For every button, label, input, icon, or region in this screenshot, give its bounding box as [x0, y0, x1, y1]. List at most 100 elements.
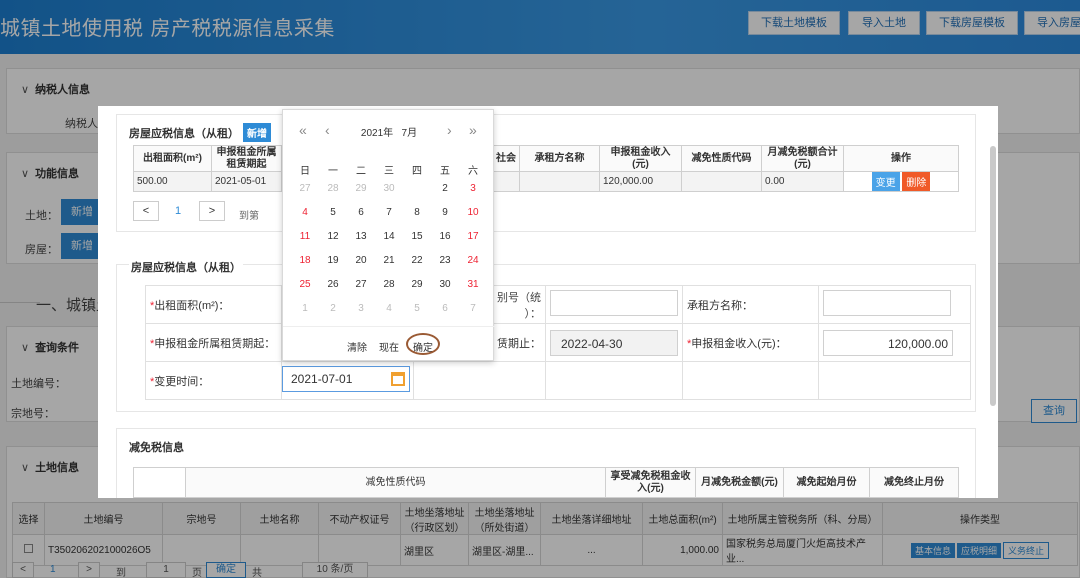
edit-button[interactable]: 变更 [871, 172, 900, 191]
table-row: 500.00 2021-05-01 120,000.00 0.00 变更 删除 [133, 171, 959, 192]
cell [519, 171, 600, 192]
cell [818, 361, 971, 400]
picker-footer: 清除 现在 确定 [283, 326, 495, 362]
page-number[interactable]: 1 [175, 205, 181, 217]
rent-label: *申报租金收入(元)： [682, 323, 819, 362]
calendar-day[interactable]: 22 [403, 250, 431, 272]
calendar-day[interactable]: 14 [375, 226, 403, 248]
calendar-day[interactable]: 12 [319, 226, 347, 248]
calendar-day[interactable]: 8 [403, 202, 431, 224]
calendar-day[interactable]: 27 [347, 274, 375, 296]
weekday-label: 三 [384, 166, 394, 177]
next-month-icon[interactable]: › [447, 122, 452, 138]
calendar-day[interactable]: 5 [319, 202, 347, 224]
calendar-day[interactable]: 31 [459, 274, 487, 296]
month-label[interactable]: 7月 [402, 128, 418, 139]
col-header: 月减免税额合计(元) [761, 145, 844, 172]
col-header: 出租面积(m²) [133, 145, 212, 172]
tenant-id-input[interactable] [550, 290, 678, 316]
section2-title: 房屋应税信息（从租） [129, 259, 243, 275]
prev-page-button[interactable]: < [133, 201, 159, 221]
ops-cell: 变更 删除 [843, 171, 959, 192]
clear-button[interactable]: 清除 [347, 339, 367, 354]
col-header: 承租方名称 [519, 145, 600, 172]
relief-card: 减免税信息 减免性质代码 享受减免税租金收入(元) 月减免税金额(元) 减免起始… [116, 428, 976, 498]
calendar-day[interactable]: 13 [347, 226, 375, 248]
calendar-day[interactable]: 29 [347, 178, 375, 200]
calendar-day[interactable]: 6 [347, 202, 375, 224]
rent-input[interactable]: 120,000.00 [823, 329, 953, 356]
calendar-day[interactable]: 30 [375, 178, 403, 200]
calendar-day[interactable]: 26 [319, 274, 347, 296]
calendar-day[interactable]: 6 [431, 298, 459, 320]
calendar-day[interactable]: 15 [403, 226, 431, 248]
calendar-day[interactable]: 30 [431, 274, 459, 296]
calendar-day[interactable]: 20 [347, 250, 375, 272]
calendar-day[interactable]: 4 [291, 202, 319, 224]
end-field-cell: 2022-04-30 [545, 323, 683, 362]
house-rent-list-card: 房屋应税信息（从租） 新增 出租面积(m²) 申报租金所属租赁期起 社会 承租方名… [116, 114, 976, 232]
rent-header-row: 出租面积(m²) 申报租金所属租赁期起 社会 承租方名称 申报租金收入(元) 减… [133, 145, 959, 172]
calendar-day[interactable]: 19 [319, 250, 347, 272]
calendar-day[interactable]: 9 [431, 202, 459, 224]
calendar-day[interactable]: 25 [291, 274, 319, 296]
calendar-day[interactable]: 5 [403, 298, 431, 320]
calendar-day[interactable]: 1 [291, 298, 319, 320]
change-label: *变更时间： [145, 361, 282, 400]
calendar-day[interactable]: 3 [347, 298, 375, 320]
next-page-button[interactable]: > [199, 201, 225, 221]
form-row: *变更时间： [145, 361, 971, 400]
date-picker: « ‹ 2021年 7月 › » 日一二三四五六 27 28 29 30 1 2 3 4 5 6 7 8… [282, 109, 495, 362]
goto-label: 到第 [239, 211, 259, 222]
highlight-circle [406, 333, 440, 355]
calendar-day[interactable]: 21 [375, 250, 403, 272]
calendar-day[interactable]: 29 [403, 274, 431, 296]
weekday-label: 日 [300, 166, 310, 177]
relief-table: 减免性质代码 享受减免税租金收入(元) 月减免税金额(元) 减免起始月份 减免终… [133, 467, 959, 498]
calendar-day[interactable]: 24 [459, 250, 487, 272]
col-header: 申报租金收入(元) [599, 145, 682, 172]
calendar-day[interactable]: 18 [291, 250, 319, 272]
tenant-name-input[interactable] [823, 290, 951, 316]
rent-table: 出租面积(m²) 申报租金所属租赁期起 社会 承租方名称 申报租金收入(元) 减… [133, 145, 959, 192]
end-date-input[interactable]: 2022-04-30 [550, 329, 678, 356]
calendar-day[interactable]: 23 [431, 250, 459, 272]
house-rent-form-card: 房屋应税信息（从租） *出租面积(m²)： 别号（统）： 承租方名称： *申报租… [116, 259, 976, 412]
calendar-day[interactable]: 10 [459, 202, 487, 224]
col-header [133, 467, 186, 498]
col-header: 减免起始月份 [783, 467, 870, 498]
section1-title: 房屋应税信息（从租） 新增 [129, 123, 271, 142]
weekday-label: 六 [468, 166, 478, 177]
col-header: 减免性质代码 [681, 145, 762, 172]
cell [413, 361, 546, 400]
calendar-day[interactable]: 28 [375, 274, 403, 296]
calendar-day[interactable]: 11 [291, 226, 319, 248]
area-cell: 500.00 [133, 171, 212, 192]
next-year-icon[interactable]: » [469, 122, 477, 138]
calendar-icon[interactable] [391, 372, 405, 386]
modal-scrollbar[interactable] [990, 146, 996, 406]
calendar-day[interactable]: 28 [319, 178, 347, 200]
calendar-day[interactable]: 4 [375, 298, 403, 320]
add-rent-button[interactable]: 新增 [243, 123, 271, 142]
year-label[interactable]: 2021年 [361, 128, 393, 139]
relief-header-row: 减免性质代码 享受减免税租金收入(元) 月减免税金额(元) 减免起始月份 减免终… [133, 467, 959, 498]
change-date-input[interactable]: 2021-07-01 [282, 366, 410, 392]
calendar-day[interactable]: 16 [431, 226, 459, 248]
cell [545, 361, 683, 400]
calendar-day[interactable]: 17 [459, 226, 487, 248]
calendar-day[interactable]: 7 [375, 202, 403, 224]
calendar-day[interactable]: 2 [431, 178, 459, 200]
calendar-day[interactable]: 7 [459, 298, 487, 320]
calendar-day[interactable]: 27 [291, 178, 319, 200]
tenant-name-label: 承租方名称： [682, 285, 819, 324]
weekday-label: 五 [440, 166, 450, 177]
calendar-day[interactable]: 1 [403, 178, 431, 200]
area-label: *出租面积(m²)： [145, 285, 282, 324]
col-header: 申报租金所属租赁期起 [211, 145, 282, 172]
delete-button[interactable]: 删除 [902, 172, 931, 191]
col-header: 享受减免税租金收入(元) [605, 467, 696, 498]
calendar-day[interactable]: 3 [459, 178, 487, 200]
calendar-day[interactable]: 2 [319, 298, 347, 320]
now-button[interactable]: 现在 [379, 339, 399, 354]
